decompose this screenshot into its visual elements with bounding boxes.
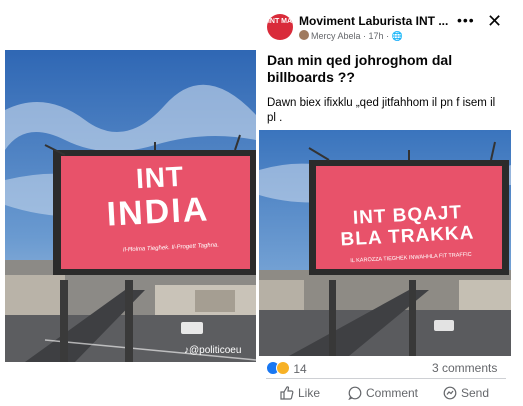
thumbs-up-icon <box>280 386 294 400</box>
like-button[interactable]: Like <box>280 386 320 400</box>
tiktok-watermark: ♪@politicoeu <box>184 345 242 356</box>
send-button[interactable]: Send <box>443 386 489 400</box>
like-label: Like <box>298 386 321 400</box>
reactions-summary[interactable]: 14 <box>266 361 307 376</box>
haha-reaction-icon <box>276 361 290 375</box>
comments-count[interactable]: 3 comments <box>432 361 497 375</box>
post-title: Dan min qed johroghom dal billboards ?? <box>267 52 453 85</box>
close-button[interactable]: ✕ <box>487 11 502 32</box>
author-name[interactable]: Mercy Abela <box>311 31 361 41</box>
more-options-button[interactable]: ••• <box>457 12 475 28</box>
left-billboard-line2: INDIA <box>105 190 211 234</box>
globe-icon: 🌐 <box>391 31 403 41</box>
comment-label: Comment <box>366 386 419 400</box>
send-label: Send <box>461 386 490 400</box>
reactions-count: 14 <box>293 362 307 376</box>
page-name[interactable]: Moviment Laburista INT ... <box>299 14 448 28</box>
comment-icon <box>348 386 362 400</box>
post-text: Dawn biex ifixklu „qed jitfahhom il pn f… <box>267 97 496 124</box>
post-header: INT MA Moviment Laburista INT ... Mercy … <box>259 10 511 46</box>
comment-button[interactable]: Comment <box>348 386 418 400</box>
page-logo[interactable]: INT MA <box>267 14 293 40</box>
messenger-icon <box>443 386 457 400</box>
post-time[interactable]: 17h <box>369 31 384 41</box>
divider <box>266 378 506 379</box>
author-avatar[interactable] <box>299 30 309 40</box>
post-meta: Mercy Abela · 17h · 🌐 <box>299 30 403 42</box>
